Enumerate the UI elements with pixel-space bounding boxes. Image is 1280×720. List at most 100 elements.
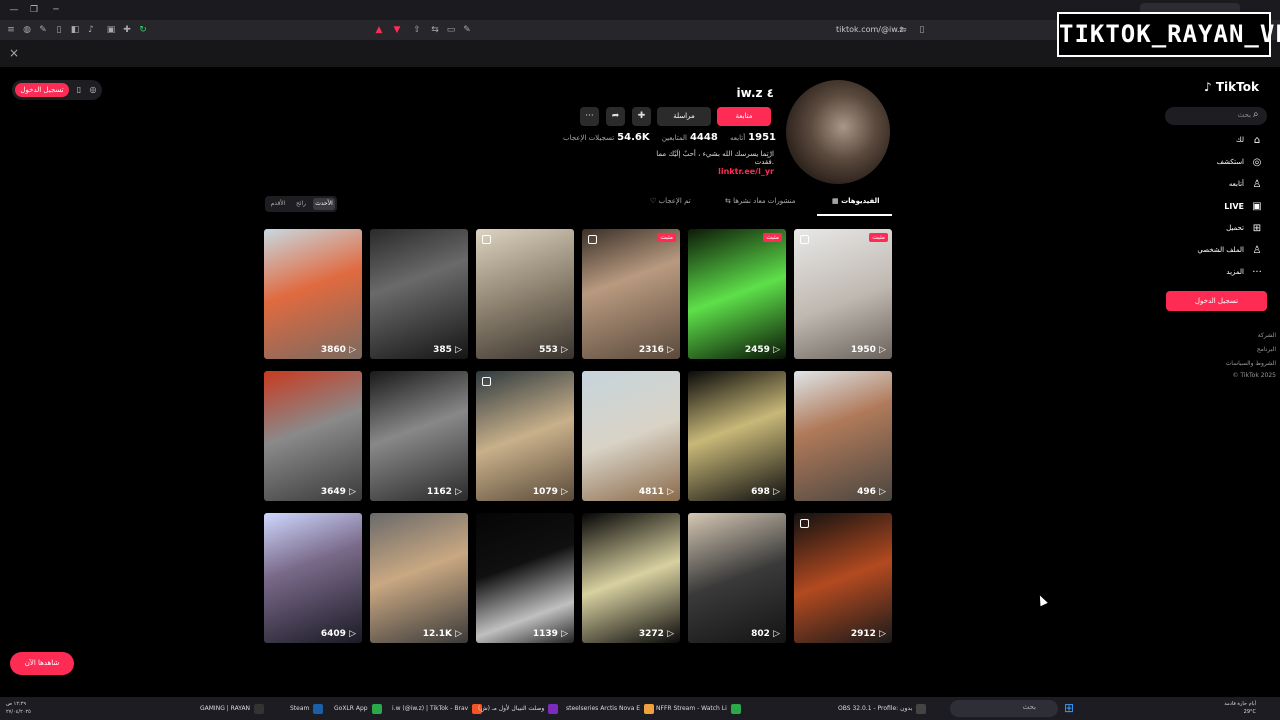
windows-start-icon[interactable]: ⊞	[1064, 702, 1074, 714]
edit-icon[interactable]: ✎	[462, 25, 472, 35]
photo-post-icon	[482, 377, 491, 386]
sidebar-item-profile[interactable]: الملف الشخصي ♙	[1170, 244, 1266, 258]
taskbar-app[interactable]: GoXLR App	[334, 700, 382, 717]
music-icon[interactable]: ♪	[86, 25, 96, 35]
extensions-icon[interactable]: ▣	[106, 25, 116, 35]
view-count: 3272 ▷	[638, 629, 674, 639]
taskbar-app[interactable]: Steam	[290, 700, 324, 717]
footer-terms[interactable]: الشروط والسياسات	[1226, 360, 1276, 367]
sort-latest[interactable]: الأحدث	[313, 198, 335, 210]
tiktok-logo[interactable]: ♪ TikTok	[1204, 80, 1259, 94]
video-thumbnail[interactable]: 1162 ▷	[370, 371, 468, 501]
view-count: 496 ▷	[857, 487, 886, 497]
share-icon[interactable]: ➦	[606, 107, 625, 126]
reader-icon[interactable]: ⇋	[898, 25, 908, 35]
share-page-icon[interactable]: ⇧	[412, 25, 422, 35]
search-icon[interactable]: ⌕	[1253, 109, 1265, 120]
view-count: 1079 ▷	[532, 487, 568, 497]
taskbar-app[interactable]: i.w (@iw.z) | TikTok - Brav	[392, 700, 483, 717]
view-count: 2912 ▷	[850, 629, 886, 639]
rewards-icon[interactable]: ▼	[392, 25, 402, 35]
taskbar-app[interactable]: OBS 32.0.1 - Profile: بدون	[838, 700, 927, 717]
settings-icon[interactable]: ◎	[88, 84, 98, 96]
sidebar-item-label: تحميل	[1226, 224, 1244, 232]
taskbar-search[interactable]: بحث	[950, 700, 1058, 717]
tab-videos[interactable]: ▦ الفيديوهات	[832, 197, 880, 205]
puzzle-icon[interactable]: ✚	[122, 25, 132, 35]
tab-reposts[interactable]: ⇆ منشورات معاد نشرها	[725, 197, 795, 205]
taskbar-app[interactable]: NFFR Stream - Watch Li	[656, 700, 741, 717]
video-thumbnail[interactable]: 3272 ▷	[582, 513, 680, 643]
minimize-icon[interactable]: —	[8, 4, 20, 16]
video-thumbnail[interactable]: 1079 ▷	[476, 371, 574, 501]
profile-stats: 1951أتابعه 4448المتابعين 54.6Kتسجيلات ال…	[563, 132, 776, 144]
footer-company[interactable]: الشركة	[1258, 332, 1276, 339]
phone-icon[interactable]: ▯	[74, 84, 84, 96]
close-icon[interactable]: ×	[9, 46, 19, 60]
video-thumbnail[interactable]: مثبت 2316 ▷	[582, 229, 680, 359]
top-login-button[interactable]: تسجيل الدخول	[15, 83, 69, 97]
search-bar[interactable]: بحث ⌕	[1165, 107, 1267, 125]
taskbar-clock[interactable]: ١٢:٢٩ ص ٢٧/٠٤/٢٠٢٥	[6, 700, 31, 716]
sidebar-item-more[interactable]: المزيد ···	[1170, 266, 1266, 280]
video-thumbnail[interactable]: مثبت 1950 ▷	[794, 229, 892, 359]
tab-liked[interactable]: ♡ تم الإعجاب	[650, 197, 691, 205]
taskbar-app-label: steelseries Arctis Nova E	[566, 705, 641, 712]
footer-program[interactable]: البرنامج	[1257, 346, 1276, 353]
followers-stat[interactable]: 4448المتابعين	[662, 132, 718, 143]
sidebar-item-compass[interactable]: استكشف ◎	[1170, 156, 1266, 170]
video-thumbnail[interactable]: 1139 ▷	[476, 513, 574, 643]
sidebar-login-button[interactable]: تسجيل الدخول	[1166, 291, 1267, 311]
taskbar-app-label: وصلت النيبال لأول مـ (ش)	[478, 705, 545, 712]
video-thumbnail[interactable]: مثبت 2459 ▷	[688, 229, 786, 359]
sidebar-item-home[interactable]: لك ⌂	[1170, 134, 1266, 148]
mouse-cursor	[1036, 593, 1048, 607]
app-icon	[313, 703, 324, 714]
pencil-icon[interactable]: ✎	[38, 25, 48, 35]
taskbar-weather[interactable]: أيام حارة قادمة 29°C	[1218, 700, 1256, 716]
sort-oldest[interactable]: الأقدم	[267, 198, 289, 210]
video-thumbnail[interactable]: 12.1K ▷	[370, 513, 468, 643]
more-options-icon[interactable]: ···	[580, 107, 599, 126]
video-thumbnail[interactable]: 6409 ▷	[264, 513, 362, 643]
profile-link[interactable]: linktr.ee/l_yr	[700, 167, 774, 176]
bookmark-page-icon[interactable]: ▯	[917, 25, 927, 35]
sidebar-item-following[interactable]: أتابعه ♙	[1170, 178, 1266, 192]
sidebar-item-label: الملف الشخصي	[1197, 246, 1244, 254]
video-thumbnail[interactable]: 4811 ▷	[582, 371, 680, 501]
close-window-icon[interactable]: ─	[50, 4, 62, 16]
restore-icon[interactable]: ❐	[28, 4, 40, 16]
message-button[interactable]: مراسلة	[657, 107, 711, 126]
video-thumbnail[interactable]: 3649 ▷	[264, 371, 362, 501]
search-placeholder: بحث	[1237, 111, 1251, 119]
video-thumbnail[interactable]: 698 ▷	[688, 371, 786, 501]
refresh-icon[interactable]: ↻	[138, 25, 148, 35]
video-thumbnail[interactable]: 553 ▷	[476, 229, 574, 359]
taskbar-app[interactable]: steelseries Arctis Nova E	[566, 700, 655, 717]
brave-shield-icon[interactable]: ▲	[374, 25, 384, 35]
screen-icon[interactable]: ▭	[446, 25, 456, 35]
watch-now-button[interactable]: شاهدها الآن	[10, 652, 74, 675]
video-thumbnail[interactable]: 3860 ▷	[264, 229, 362, 359]
sidebar-icon[interactable]: ◧	[70, 25, 80, 35]
sidebar-item-live[interactable]: LIVE ▣	[1170, 200, 1266, 214]
taskbar-app[interactable]: GAMING | RAYAN	[200, 700, 265, 717]
taskbar-app[interactable]: وصلت النيبال لأول مـ (ش)	[478, 700, 559, 717]
shield-icon[interactable]: ◍	[22, 25, 32, 35]
pinned-badge: مثبت	[657, 233, 676, 242]
add-friend-icon[interactable]: ✚	[632, 107, 651, 126]
video-thumbnail[interactable]: 496 ▷	[794, 371, 892, 501]
video-thumbnail[interactable]: 2912 ▷	[794, 513, 892, 643]
video-thumbnail[interactable]: 802 ▷	[688, 513, 786, 643]
menu-icon[interactable]: ≡	[6, 25, 16, 35]
address-bar-url[interactable]: tiktok.com/@iw.z	[836, 25, 904, 34]
video-thumbnail[interactable]: 385 ▷	[370, 229, 468, 359]
translate-icon[interactable]: ⇆	[430, 25, 440, 35]
follow-button[interactable]: متابعة	[717, 107, 771, 126]
following-stat[interactable]: 1951أتابعه	[730, 132, 776, 143]
sidebar-item-label: أتابعه	[1228, 180, 1244, 188]
sidebar-item-upload[interactable]: تحميل ⊞	[1170, 222, 1266, 236]
bookmark-icon[interactable]: ▯	[54, 25, 64, 35]
sort-tabs: الأحدث رائج الأقدم	[265, 196, 337, 212]
sort-popular[interactable]: رائج	[290, 198, 312, 210]
